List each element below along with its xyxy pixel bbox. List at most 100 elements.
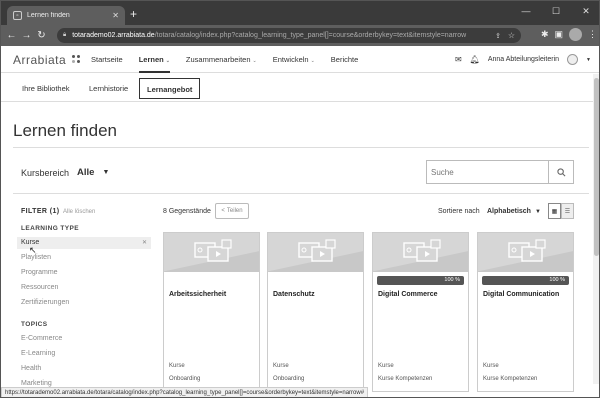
messages-icon[interactable]: ✉: [455, 55, 462, 64]
card-type: Kurse: [483, 363, 499, 369]
learning-type-title: LEARNING TYPE: [21, 225, 79, 232]
nav-zusammenarbeiten[interactable]: Zusammenarbeiten ⌄: [186, 55, 257, 64]
nav-berichte[interactable]: Berichte: [331, 55, 359, 64]
nav-startseite[interactable]: Startseite: [91, 55, 123, 64]
filter-item-marketing[interactable]: Marketing: [21, 380, 52, 387]
nav-label: Startseite: [91, 55, 123, 64]
course-image: [268, 233, 363, 272]
chevron-down-icon: ⌄: [310, 58, 315, 64]
kursbereich-value[interactable]: Alle: [77, 167, 94, 178]
course-card[interactable]: Arbeitssicherheit Kurse Onboarding: [163, 232, 260, 392]
nav-label: Zusammenarbeiten: [185, 55, 251, 64]
search-box: [426, 160, 574, 184]
filter-item-e-learning[interactable]: E-Learning: [21, 350, 55, 357]
back-icon[interactable]: ←: [4, 30, 19, 41]
close-tab-icon[interactable]: ✕: [112, 11, 119, 20]
result-count: 8 Gegenstände: [163, 208, 211, 215]
address-bar[interactable]: 🔒︎ totarademo02.arrabiata.de /totara/cat…: [57, 28, 521, 43]
url-path: /totara/catalog/index.php?catalog_learni…: [154, 32, 467, 39]
grid-view-icon[interactable]: ▦: [548, 203, 561, 219]
nav-label: Entwickeln: [272, 55, 309, 64]
filter-item-zertifizierungen[interactable]: Zertifizierungen: [21, 299, 69, 306]
caret-down-icon[interactable]: ▼: [102, 169, 109, 176]
filter-item-ressourcen[interactable]: Ressourcen: [21, 284, 58, 291]
site-favicon-icon: ▫: [13, 11, 22, 20]
maximize-icon[interactable]: ☐: [541, 1, 571, 25]
url-host: totarademo02.arrabiata.de: [72, 32, 155, 39]
course-card[interactable]: 100 % Digital Commerce Kurse Kurse Kompe…: [372, 232, 469, 392]
notifications-bell-icon[interactable]: 🔔︎: [470, 55, 480, 64]
tab-title: Lernen finden: [27, 12, 70, 19]
card-title[interactable]: Datenschutz: [273, 291, 315, 298]
filter-heading: FILTER (1): [21, 208, 60, 215]
share-icon[interactable]: ⇪: [495, 32, 501, 40]
card-tag: Kurse Kompetenzen: [378, 376, 433, 382]
course-image: [478, 233, 573, 272]
card-type: Kurse: [273, 363, 289, 369]
kursbereich-selector[interactable]: Kursbereich Alle ▼: [21, 167, 109, 178]
sort-select[interactable]: Alphabetisch ▼: [487, 208, 541, 215]
search-input[interactable]: [427, 161, 548, 183]
filter-item-health[interactable]: Health: [21, 365, 41, 372]
browser-tab[interactable]: ▫ Lernen finden ✕: [7, 6, 125, 25]
search-icon: [556, 167, 565, 176]
card-title[interactable]: Arbeitssicherheit: [169, 291, 226, 298]
topics-title: TOPICS: [21, 321, 48, 328]
close-window-icon[interactable]: ✕: [571, 1, 599, 25]
card-type: Kurse: [169, 363, 185, 369]
bookmark-star-icon[interactable]: ☆: [508, 31, 515, 40]
tab-strip: ▫ Lernen finden ✕ + — ☐ ✕: [1, 1, 599, 25]
caret-down-icon: ▼: [534, 209, 541, 215]
profile-avatar-icon[interactable]: [569, 28, 582, 41]
card-type: Kurse: [378, 363, 394, 369]
user-menu-chevron-icon[interactable]: ▼: [586, 57, 591, 63]
page-scrollbar[interactable]: [593, 74, 599, 384]
extensions-icon[interactable]: ✱: [541, 29, 549, 40]
card-title[interactable]: Digital Commerce: [378, 291, 438, 298]
search-button[interactable]: [548, 161, 573, 183]
progress-bar: 100 %: [377, 276, 464, 285]
reload-icon[interactable]: ↻: [34, 30, 49, 41]
course-image: [164, 233, 259, 272]
course-card[interactable]: 100 % Digital Communication Kurse Kurse …: [477, 232, 574, 392]
course-placeholder-icon: [403, 239, 441, 262]
browser-menu-icon[interactable]: ⋮: [588, 29, 597, 40]
share-icon: <: [221, 208, 225, 214]
nav-entwickeln[interactable]: Entwickeln ⌄: [273, 55, 315, 64]
sort-label: Sortiere nach: [438, 208, 480, 215]
forward-icon[interactable]: →: [19, 30, 34, 41]
nav-lernen[interactable]: Lernen ⌄: [138, 47, 170, 73]
status-bar-url: https://totarademo02.arrabiata.de/totara…: [1, 387, 369, 397]
filter-item-kurse[interactable]: Kurse ✕: [17, 237, 151, 249]
site-logo[interactable]: Arrabiata: [13, 53, 82, 67]
logo-text: Arrabiata: [13, 53, 67, 67]
tab-ihre-bibliothek[interactable]: Ihre Bibliothek: [15, 78, 77, 99]
card-tag: Onboarding: [169, 376, 201, 382]
scrollbar-thumb[interactable]: [594, 78, 599, 256]
user-area: ✉ 🔔︎ Anna Abteilungsleiterin ▼: [455, 46, 591, 73]
logo-dots-icon: [72, 55, 82, 65]
course-card[interactable]: Datenschutz Kurse Onboarding: [267, 232, 364, 392]
list-view-icon[interactable]: ☰: [561, 203, 574, 219]
new-tab-icon[interactable]: +: [130, 8, 137, 20]
user-avatar[interactable]: [567, 54, 579, 65]
remove-filter-icon[interactable]: ✕: [142, 237, 147, 249]
chevron-down-icon: ⌄: [165, 57, 170, 64]
minimize-icon[interactable]: —: [511, 1, 541, 25]
sidepanel-icon[interactable]: ▣: [554, 29, 563, 40]
filter-item-e-commerce[interactable]: E-Commerce: [21, 335, 62, 342]
share-button[interactable]: < Teilen: [215, 203, 249, 219]
main-nav: Startseite Lernen ⌄ Zusammenarbeiten ⌄ Ent…: [91, 46, 358, 73]
tab-lernhistorie[interactable]: Lernhistorie: [82, 78, 135, 99]
page-title: Lernen finden: [13, 121, 117, 140]
card-title[interactable]: Digital Communication: [483, 291, 559, 298]
user-name[interactable]: Anna Abteilungsleiterin: [488, 56, 559, 63]
browser-window: ▫ Lernen finden ✕ + — ☐ ✕ ← → ↻ 🔒︎ totar…: [0, 0, 600, 398]
course-placeholder-icon: [508, 239, 546, 262]
course-image: [373, 233, 468, 272]
filter-item-playlisten[interactable]: Playlisten: [21, 254, 51, 261]
filter-item-programme[interactable]: Programme: [21, 269, 58, 276]
divider: [13, 147, 589, 148]
clear-all-link[interactable]: Alle löschen: [63, 209, 95, 215]
tab-lernangebot[interactable]: Lernangebot: [139, 78, 201, 99]
